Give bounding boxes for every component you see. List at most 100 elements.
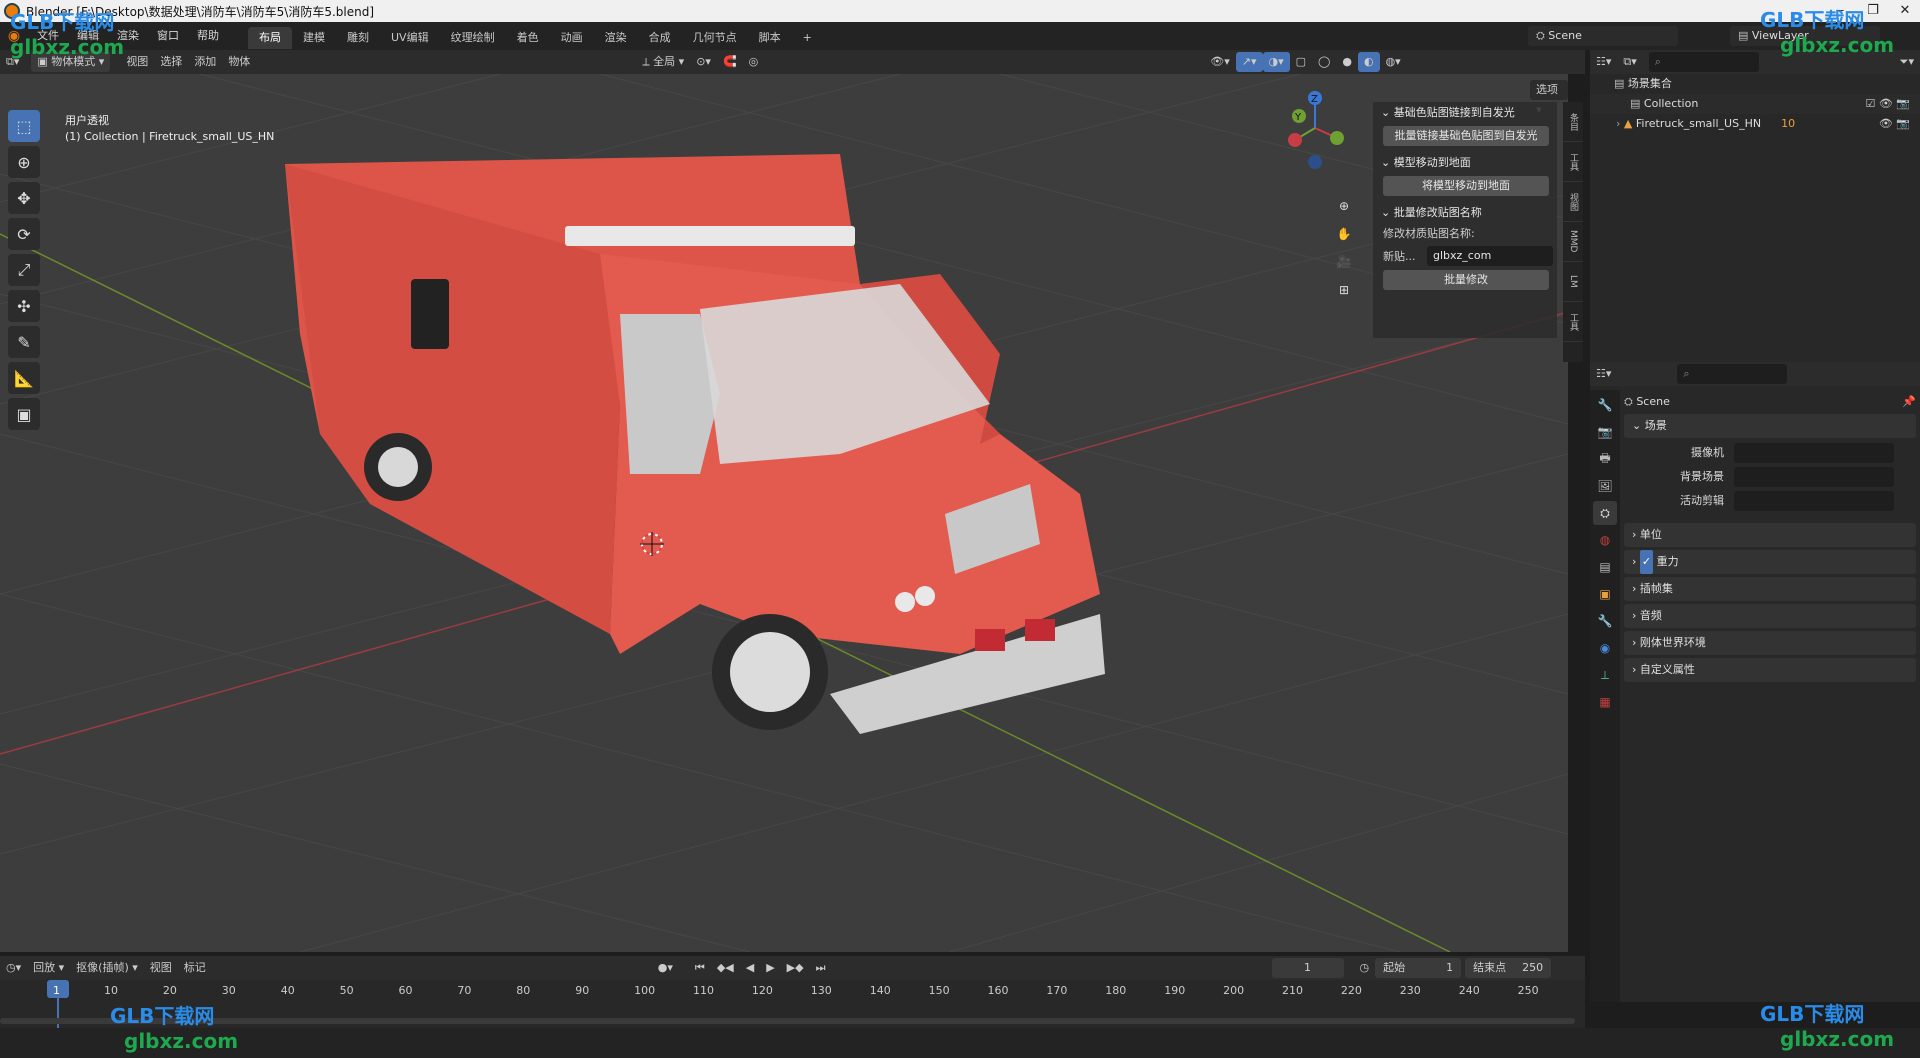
panel-units[interactable]: › 单位 bbox=[1624, 523, 1916, 547]
section-emission-link[interactable]: ⌄ 基础色贴图链接到自发光 bbox=[1373, 102, 1557, 124]
tab-texture-paint[interactable]: 纹理绘制 bbox=[440, 27, 506, 49]
active-clip-field[interactable] bbox=[1734, 491, 1894, 511]
gravity-checkbox[interactable]: ✓ bbox=[1639, 550, 1654, 574]
panel-custom-properties[interactable]: › 自定义属性 bbox=[1624, 658, 1916, 682]
output-props-icon[interactable]: 🖶 bbox=[1593, 447, 1617, 471]
shading-material-icon[interactable]: ◐ bbox=[1357, 52, 1380, 72]
jump-end-icon[interactable]: ⏭ bbox=[810, 958, 832, 978]
overlay-toggle-icon[interactable]: ◑▾ bbox=[1262, 52, 1290, 72]
play-icon[interactable]: ▶ bbox=[760, 958, 780, 978]
menu-add[interactable]: 添加 bbox=[188, 52, 222, 72]
tab-tool-2[interactable]: 工具 bbox=[1563, 302, 1583, 342]
tab-sculpting[interactable]: 雕刻 bbox=[336, 27, 380, 49]
shading-wireframe-icon[interactable]: ◯ bbox=[1312, 52, 1336, 72]
tab-view[interactable]: 视图 bbox=[1563, 182, 1583, 222]
rotate-icon[interactable]: ⟳ bbox=[8, 218, 40, 250]
render-props-icon[interactable]: 📷 bbox=[1593, 420, 1617, 444]
panel-keying-sets[interactable]: › 插帧集 bbox=[1624, 577, 1916, 601]
preview-range-icon[interactable]: ◷ bbox=[1354, 958, 1376, 978]
camera-field[interactable] bbox=[1734, 443, 1894, 463]
transform-orientation-selector[interactable]: ⟂ 全局 ▾ bbox=[636, 52, 690, 72]
modifier-props-icon[interactable]: 🔧 bbox=[1593, 609, 1617, 633]
properties-editor-icon[interactable]: ☷▾ bbox=[1590, 364, 1617, 384]
expand-arrow-icon[interactable]: › bbox=[1616, 114, 1620, 134]
viewlayer-props-icon[interactable]: 🖼 bbox=[1593, 474, 1617, 498]
object-visibility-toggles[interactable]: 👁 📷 bbox=[1879, 114, 1910, 134]
ortho-grid-icon[interactable]: ⊞ bbox=[1332, 278, 1356, 302]
panel-rigid-body-world[interactable]: › 刚体世界环境 bbox=[1624, 631, 1916, 655]
3d-viewport[interactable]: 用户透视 (1) Collection | Firetruck_small_US… bbox=[0, 74, 1568, 952]
menu-select[interactable]: 选择 bbox=[154, 52, 188, 72]
menu-window[interactable]: 窗口 bbox=[148, 22, 188, 50]
tab-layout[interactable]: 布局 bbox=[248, 27, 292, 49]
tab-compositing[interactable]: 合成 bbox=[638, 27, 682, 49]
outliner-scene-collection[interactable]: ▤ 场景集合 bbox=[1590, 74, 1920, 94]
panel-scene[interactable]: ⌄ 场景 bbox=[1624, 414, 1916, 438]
pan-hand-icon[interactable]: ✋ bbox=[1332, 222, 1356, 246]
zoom-icon[interactable]: ⊕ bbox=[1332, 194, 1356, 218]
next-key-icon[interactable]: ▶◆ bbox=[781, 958, 810, 978]
navigation-gizmo[interactable]: Z Y bbox=[1275, 86, 1365, 176]
physics-props-icon[interactable]: ◉ bbox=[1593, 636, 1617, 660]
texture-props-icon[interactable]: ▦ bbox=[1593, 690, 1617, 714]
camera-view-icon[interactable]: 🎥 bbox=[1332, 250, 1356, 274]
panel-audio[interactable]: › 音频 bbox=[1624, 604, 1916, 628]
pivot-icon[interactable]: ⊙▾ bbox=[690, 52, 717, 72]
filter-icon[interactable]: ⏷▾ bbox=[1894, 52, 1920, 72]
tool-props-icon[interactable]: 🔧 bbox=[1593, 393, 1617, 417]
current-frame-field[interactable]: 1 bbox=[1271, 958, 1344, 978]
batch-link-emission-button[interactable]: 批量链接基础色贴图到自发光 bbox=[1383, 126, 1549, 146]
firetruck-model[interactable] bbox=[285, 154, 1105, 734]
world-props-icon[interactable]: ◍ bbox=[1593, 528, 1617, 552]
record-icon[interactable]: ●▾ bbox=[652, 958, 679, 978]
menu-marker[interactable]: 标记 bbox=[178, 958, 212, 978]
batch-rename-button[interactable]: 批量修改 bbox=[1383, 270, 1549, 290]
constraint-props-icon[interactable]: ⟂ bbox=[1593, 663, 1617, 687]
tab-modeling[interactable]: 建模 bbox=[292, 27, 336, 49]
section-move-to-ground[interactable]: ⌄ 模型移动到地面 bbox=[1373, 152, 1557, 174]
add-cube-icon[interactable]: ▣ bbox=[8, 398, 40, 430]
tab-item[interactable]: 条目 bbox=[1563, 102, 1583, 142]
move-to-ground-button[interactable]: 将模型移动到地面 bbox=[1383, 176, 1549, 196]
visibility-toggles[interactable]: ☑ 👁 📷 bbox=[1865, 94, 1910, 114]
outliner-item-collection[interactable]: ▤ Collection ☑ 👁 📷 bbox=[1590, 94, 1920, 114]
tab-scripting[interactable]: 脚本 bbox=[748, 27, 792, 49]
display-mode-icon[interactable]: ⧉▾ bbox=[1617, 52, 1642, 72]
menu-keying[interactable]: 抠像(插帧) ▾ bbox=[70, 958, 144, 978]
scale-icon[interactable]: ⤢ bbox=[8, 254, 40, 286]
menu-object[interactable]: 物体 bbox=[222, 52, 256, 72]
collection-props-icon[interactable]: ▤ bbox=[1593, 555, 1617, 579]
tab-geometry-nodes[interactable]: 几何节点 bbox=[682, 27, 748, 49]
jump-start-icon[interactable]: ⏮ bbox=[689, 958, 711, 978]
tab-shading[interactable]: 着色 bbox=[506, 27, 550, 49]
xray-icon[interactable]: ▢ bbox=[1290, 52, 1312, 72]
scene-props-icon[interactable]: ⛭ bbox=[1593, 501, 1617, 525]
cursor-icon[interactable]: ⊕ bbox=[8, 146, 40, 178]
end-frame-field[interactable]: 结束点 250 bbox=[1465, 958, 1552, 978]
tab-animation[interactable]: 动画 bbox=[550, 27, 594, 49]
outliner-editor-icon[interactable]: ☷▾ bbox=[1590, 52, 1617, 72]
move-icon[interactable]: ✥ bbox=[8, 182, 40, 214]
tab-mmd[interactable]: MMD bbox=[1563, 222, 1583, 262]
play-reverse-icon[interactable]: ◀ bbox=[740, 958, 760, 978]
menu-view[interactable]: 视图 bbox=[120, 52, 154, 72]
prev-key-icon[interactable]: ◆◀ bbox=[711, 958, 740, 978]
background-scene-field[interactable] bbox=[1734, 467, 1894, 487]
tab-uv-editing[interactable]: UV编辑 bbox=[380, 27, 440, 49]
measure-icon[interactable]: 📐 bbox=[8, 362, 40, 394]
properties-search-input[interactable]: ⌕ bbox=[1677, 364, 1788, 384]
scene-selector[interactable]: ⛭ Scene bbox=[1528, 26, 1678, 46]
section-rename-textures[interactable]: ⌄ 批量修改贴图名称 bbox=[1373, 202, 1557, 224]
gizmo-toggle-icon[interactable]: ↗▾ bbox=[1235, 52, 1263, 72]
options-dropdown[interactable]: 选项 ▾ bbox=[1530, 80, 1568, 116]
menu-timeline-view[interactable]: 视图 bbox=[144, 958, 178, 978]
snap-icon[interactable]: 🧲 bbox=[717, 52, 743, 72]
shading-rendered-icon[interactable]: ◍▾ bbox=[1380, 52, 1407, 72]
annotate-icon[interactable]: ✎ bbox=[8, 326, 40, 358]
pin-icon[interactable]: 📌 bbox=[1902, 390, 1916, 414]
timeline-editor-icon[interactable]: ◷▾ bbox=[0, 958, 27, 978]
menu-help[interactable]: 帮助 bbox=[188, 22, 228, 50]
outliner-item-firetruck[interactable]: › ▲ Firetruck_small_US_HN 10 👁 📷 bbox=[1590, 114, 1920, 134]
visibility-icon[interactable]: 👁▾ bbox=[1204, 52, 1236, 72]
transform-icon[interactable]: ✣ bbox=[8, 290, 40, 322]
